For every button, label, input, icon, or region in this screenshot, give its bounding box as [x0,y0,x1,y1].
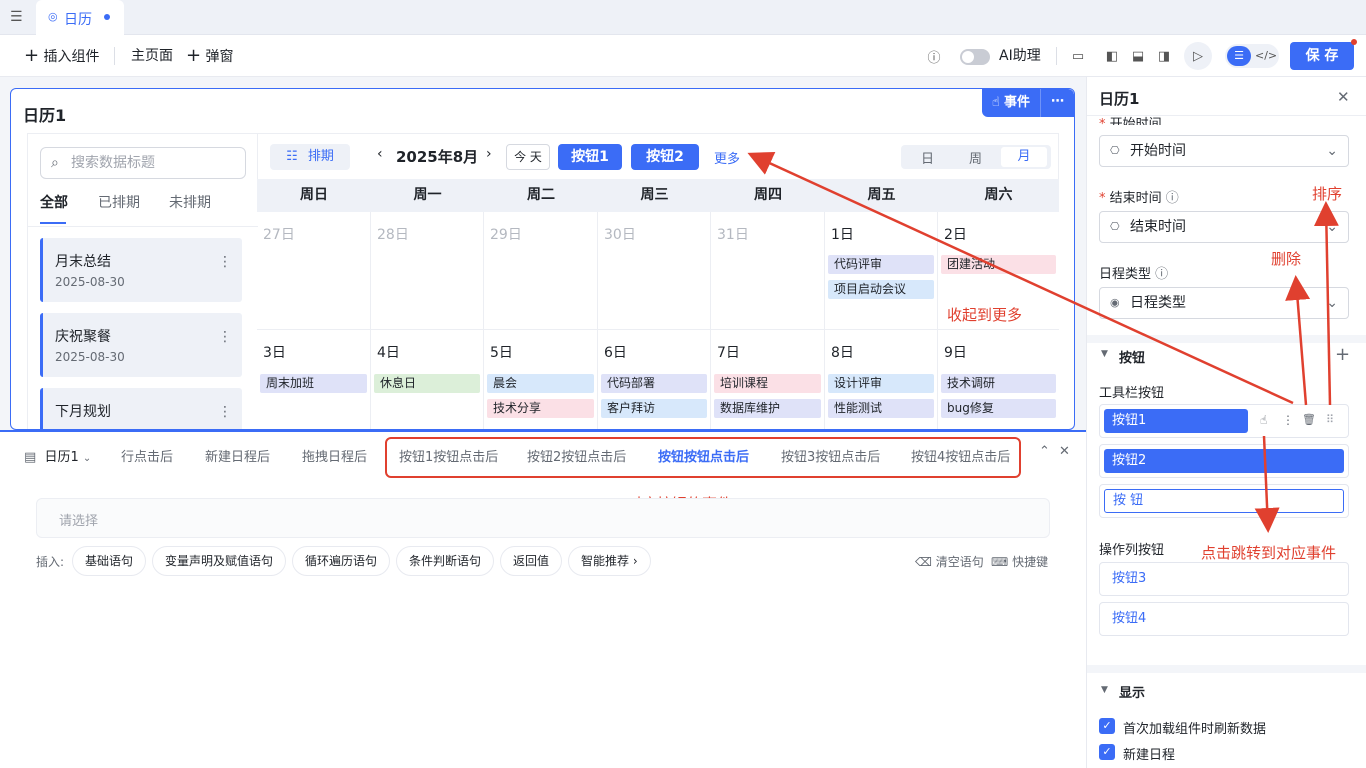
arrow-sort [1313,201,1339,406]
arrow-jump [1254,435,1280,533]
arrow-delete [1285,275,1311,406]
annotation-arrows [747,151,1339,533]
arrow-collapse-to-more [747,151,1294,405]
